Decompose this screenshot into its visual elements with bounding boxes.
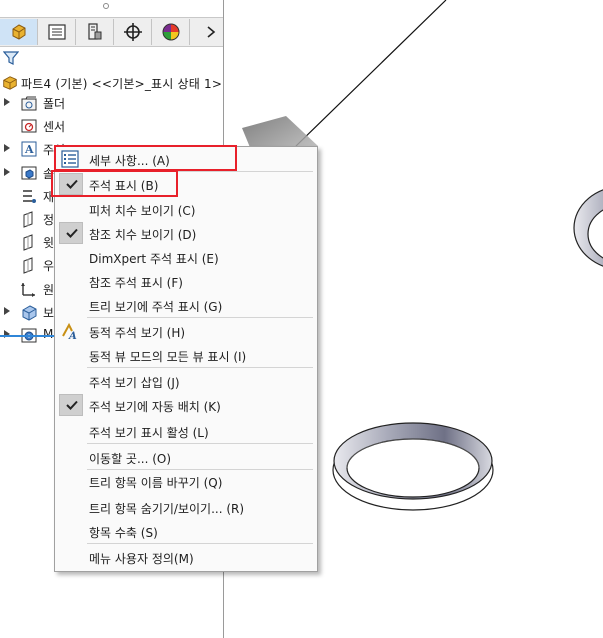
menu-item[interactable]: A 동적 주석 보기 (H) <box>57 319 315 343</box>
top-plane-icon <box>23 234 33 251</box>
menu-item-label: 동적 뷰 모드의 모든 뷰 표시 (I) <box>89 350 247 364</box>
hole-feature-right <box>573 189 603 267</box>
part-tree-icon <box>12 24 26 40</box>
boss-extrude-icon <box>22 305 37 321</box>
sensor-icon <box>21 119 37 133</box>
menu-item-label: 이동할 곳... (O) <box>89 452 172 466</box>
right-plane-icon <box>23 257 33 275</box>
solid-bodies-icon <box>21 166 37 180</box>
menu-item[interactable]: 항목 수축 (S) <box>57 519 315 543</box>
svg-text:A: A <box>68 331 77 340</box>
menu-item[interactable]: 메뉴 사용자 정의(M) <box>57 545 315 569</box>
tree-item-label: M <box>43 327 54 341</box>
filter-icon[interactable] <box>3 50 19 66</box>
menu-item[interactable]: 주석 보기 표시 활성 (L) <box>57 419 315 443</box>
tree-item-label: 우 <box>43 259 55 274</box>
expand-arrow-icon[interactable] <box>4 306 10 315</box>
menu-item[interactable]: 주석 보기에 자동 배치 (K) <box>57 393 315 417</box>
manager-tab-bar <box>0 17 223 47</box>
menu-item-label: 항목 수축 (S) <box>89 526 158 540</box>
menu-item-label: 트리 보기에 주석 표시 (G) <box>89 300 223 314</box>
tree-item[interactable]: 폴더 <box>0 92 223 114</box>
menu-separator <box>87 543 313 544</box>
crosshair-icon <box>124 23 142 41</box>
front-plane-icon <box>23 211 33 228</box>
history-folder-icon <box>21 96 37 111</box>
menu-item-label: 주석 보기에 자동 배치 (K) <box>89 400 221 414</box>
panel-collapse-handle[interactable] <box>103 3 109 9</box>
next-tab-button[interactable] <box>203 22 219 42</box>
highlight-box-show-annotations <box>51 170 178 197</box>
checkmark-box <box>59 222 83 244</box>
svg-text:A: A <box>24 143 34 156</box>
property-manager-tab[interactable] <box>38 19 76 45</box>
feature-manager-tab[interactable] <box>0 19 38 45</box>
tree-item-label: 보 <box>43 305 55 320</box>
menu-separator <box>87 317 313 318</box>
tree-item-label: 원 <box>43 282 55 297</box>
annotations-icon: A <box>21 141 37 157</box>
menu-item-label: 주석 보기 삽입 (J) <box>89 376 180 390</box>
tree-filter[interactable] <box>0 47 223 69</box>
chevron-right-icon <box>207 26 216 38</box>
menu-item-label: 트리 항목 이름 바꾸기 (Q) <box>89 476 223 490</box>
tree-item-label: 정 <box>43 213 55 227</box>
checkmark-icon <box>66 400 78 410</box>
menu-item-label: 참조 주석 표시 (F) <box>89 276 183 290</box>
part-root-label: 파트4 (기본) <<기본>_표시 상태 1> <box>21 77 223 91</box>
expand-arrow-icon[interactable] <box>4 167 10 176</box>
dimxpert-manager-tab[interactable] <box>114 19 152 45</box>
menu-separator <box>87 367 313 368</box>
menu-separator <box>87 443 313 444</box>
menu-item[interactable]: 참조 주석 표시 (F) <box>57 269 315 293</box>
model-edge-line <box>295 0 447 147</box>
highlight-box-details <box>54 145 237 171</box>
menu-item-label: 트리 항목 숨기기/보이기... (R) <box>89 502 245 516</box>
menu-item-label: 참조 치수 보이기 (D) <box>89 228 197 242</box>
context-menu: 세부 사항... (A) 주석 표시 (B) 피처 치수 보이기 (C) 참조 치수 … <box>54 146 318 572</box>
expand-arrow-icon[interactable] <box>4 98 10 106</box>
tree-item-label: 센서 <box>43 120 66 135</box>
menu-item-label: 동적 주석 보기 (H) <box>89 326 186 340</box>
expand-arrow-icon[interactable] <box>4 144 10 153</box>
menu-item-label: 메뉴 사용자 정의(M) <box>89 552 194 566</box>
menu-item[interactable]: DimXpert 주석 표시 (E) <box>57 245 315 269</box>
menu-item-label: DimXpert 주석 표시 (E) <box>89 252 219 266</box>
tree-selection-indicator <box>0 335 58 337</box>
color-wheel-icon <box>162 23 180 41</box>
menu-item[interactable]: 참조 치수 보이기 (D) <box>57 221 315 245</box>
menu-item[interactable]: 주석 보기 삽입 (J) <box>57 369 315 393</box>
menu-item[interactable]: 이동할 곳... (O) <box>57 445 315 469</box>
configuration-icon <box>88 23 102 40</box>
menu-item[interactable]: 트리 항목 이름 바꾸기 (Q) <box>57 469 315 493</box>
menu-item[interactable]: 트리 보기에 주석 표시 (G) <box>57 293 315 317</box>
dynamic-annotation-view-icon: A <box>62 322 77 342</box>
origin-icon <box>21 282 35 297</box>
menu-item[interactable]: 피처 치수 보이기 (C) <box>57 197 315 221</box>
menu-item[interactable]: 트리 항목 숨기기/보이기... (R) <box>57 495 315 519</box>
tree-item[interactable]: 센서 <box>0 115 223 137</box>
material-icon <box>23 190 36 203</box>
menu-item-label: 주석 보기 표시 활성 (L) <box>89 426 209 440</box>
menu-item-label: 피처 치수 보이기 (C) <box>89 204 196 218</box>
display-manager-tab[interactable] <box>152 19 190 45</box>
hole-feature-bottom <box>332 422 494 511</box>
tree-item-label: 폴더 <box>43 97 66 111</box>
checkmark-icon <box>66 228 78 238</box>
checkmark-box <box>59 394 83 416</box>
menu-item[interactable]: 동적 뷰 모드의 모든 뷰 표시 (I) <box>57 343 315 367</box>
tree-item-label: 윗 <box>43 236 55 251</box>
part-root-item[interactable]: 파트4 (기본) <<기본>_표시 상태 1> <box>0 72 223 94</box>
part-icon <box>3 76 17 90</box>
property-list-icon <box>48 24 66 40</box>
configuration-manager-tab[interactable] <box>76 19 114 45</box>
